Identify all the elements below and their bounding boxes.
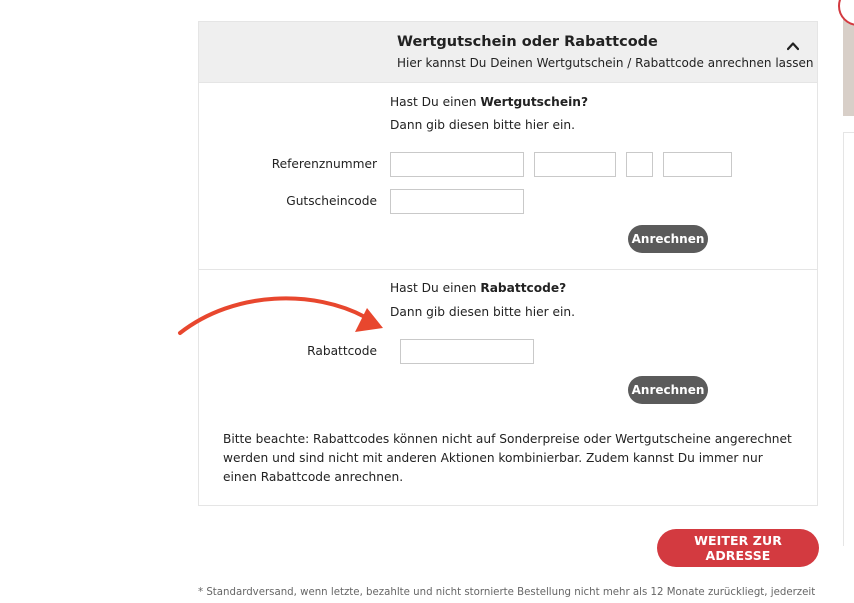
gift-card-question: Hast Du einen Wertgutschein? <box>390 95 589 109</box>
panel-subtitle: Hier kannst Du Deinen Wertgutschein / Ra… <box>397 56 814 70</box>
reference-number-field-2[interactable] <box>534 152 616 177</box>
discount-question: Hast Du einen Rabattcode? <box>390 281 567 295</box>
voucher-panel: Wertgutschein oder Rabattcode Hier kanns… <box>198 21 818 506</box>
redeem-gift-card-button[interactable]: Anrechnen <box>628 225 708 253</box>
reference-number-field-4[interactable] <box>663 152 732 177</box>
reference-number-field-1[interactable] <box>390 152 524 177</box>
gift-code-field[interactable] <box>390 189 524 214</box>
chevron-up-icon[interactable] <box>787 40 799 52</box>
discount-note: Bitte beachte: Rabattcodes können nicht … <box>223 432 792 484</box>
shipping-footnote: * Standardversand, wenn letzte, bezahlte… <box>198 587 816 598</box>
reference-number-field-3[interactable] <box>626 152 653 177</box>
redeem-discount-button[interactable]: Anrechnen <box>628 376 708 404</box>
discount-code-field[interactable] <box>400 339 534 364</box>
gift-card-instruction: Dann gib diesen bitte hier ein. <box>390 118 576 132</box>
reference-number-label: Referenznummer <box>271 157 377 171</box>
red-arrow-icon <box>178 296 383 335</box>
discount-instruction: Dann gib diesen bitte hier ein. <box>390 305 576 319</box>
gift-code-label: Gutscheincode <box>286 194 377 208</box>
section-divider <box>199 269 817 270</box>
voucher-panel-header[interactable]: Wertgutschein oder Rabattcode Hier kanns… <box>199 22 817 83</box>
continue-to-address-button[interactable]: WEITER ZUR ADRESSE <box>657 529 819 567</box>
side-summary-panel <box>843 132 854 546</box>
panel-title: Wertgutschein oder Rabattcode <box>397 34 658 50</box>
side-badge <box>838 0 854 26</box>
